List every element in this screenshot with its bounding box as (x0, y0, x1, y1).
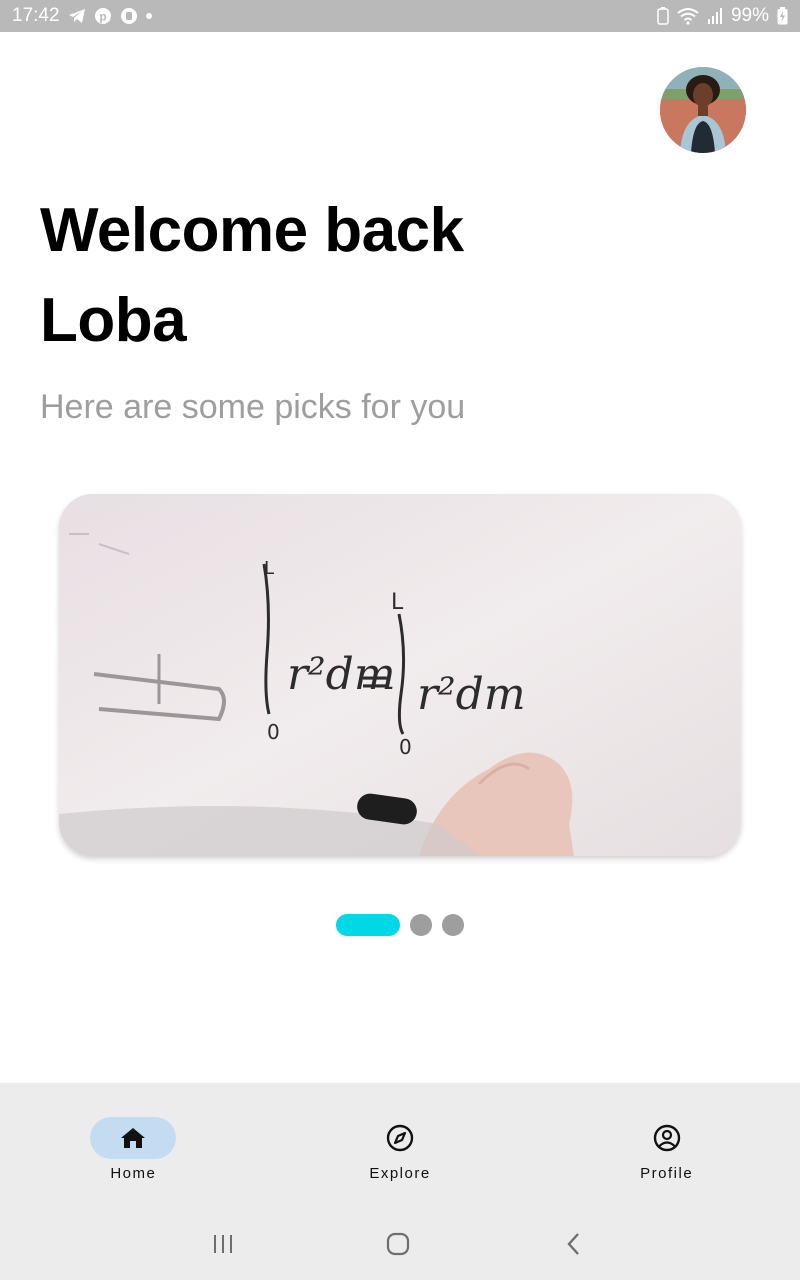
carousel-dot-3[interactable] (442, 914, 464, 936)
status-left: 17:42 p (12, 5, 152, 27)
nav-item-profile[interactable]: Profile (533, 1083, 800, 1200)
svg-text:0: 0 (399, 735, 412, 759)
nav-label-home: Home (110, 1165, 157, 1182)
nav-pill-profile (624, 1117, 710, 1159)
notification-dot-icon (145, 13, 152, 19)
welcome-heading: Welcome back Loba (40, 186, 600, 366)
featured-carousel-slide[interactable]: r²dm = r²dm L L 0 0 (59, 494, 741, 856)
system-navigation-bar (0, 1200, 800, 1280)
battery-saver-icon (657, 7, 669, 25)
recent-apps-icon (214, 1235, 232, 1253)
telegram-icon (68, 8, 86, 24)
nav-pill-explore (357, 1117, 443, 1159)
picks-subtitle: Here are some picks for you (40, 388, 466, 426)
carousel-dot-1[interactable] (336, 914, 400, 936)
welcome-line: Welcome back (40, 196, 464, 265)
user-avatar[interactable] (660, 67, 746, 153)
nav-pill-home (90, 1117, 177, 1159)
home-circle-icon (386, 1232, 410, 1256)
svg-text:=: = (359, 659, 391, 703)
status-bar: 17:42 p 99% (0, 0, 800, 32)
signal-icon (707, 8, 723, 24)
nav-label-explore: Explore (369, 1165, 431, 1182)
wifi-icon (677, 7, 699, 25)
vpn-icon (120, 7, 138, 25)
compass-icon (386, 1124, 414, 1152)
svg-text:p: p (99, 10, 106, 24)
bottom-navigation: Home Explore Profile (0, 1083, 800, 1200)
svg-text:L: L (391, 590, 404, 615)
user-name: Loba (40, 286, 187, 355)
svg-text:0: 0 (267, 720, 280, 744)
svg-text:L: L (264, 558, 274, 579)
svg-text:r²dm: r²dm (417, 669, 526, 720)
status-time: 17:42 (12, 5, 60, 26)
nav-label-profile: Profile (640, 1165, 694, 1182)
status-right: 99% (657, 5, 788, 27)
pinterest-icon: p (94, 7, 112, 25)
home-icon (121, 1128, 146, 1148)
carousel-dot-2[interactable] (410, 914, 432, 936)
system-home-button[interactable] (378, 1224, 418, 1264)
account-circle-icon (653, 1124, 680, 1152)
back-button[interactable] (553, 1224, 593, 1264)
recent-apps-button[interactable] (203, 1224, 243, 1264)
nav-item-explore[interactable]: Explore (267, 1083, 534, 1200)
battery-charging-icon (777, 7, 788, 25)
back-icon (567, 1233, 579, 1255)
battery-level: 99% (730, 5, 769, 26)
nav-item-home[interactable]: Home (0, 1083, 267, 1200)
carousel-indicators (336, 914, 464, 936)
